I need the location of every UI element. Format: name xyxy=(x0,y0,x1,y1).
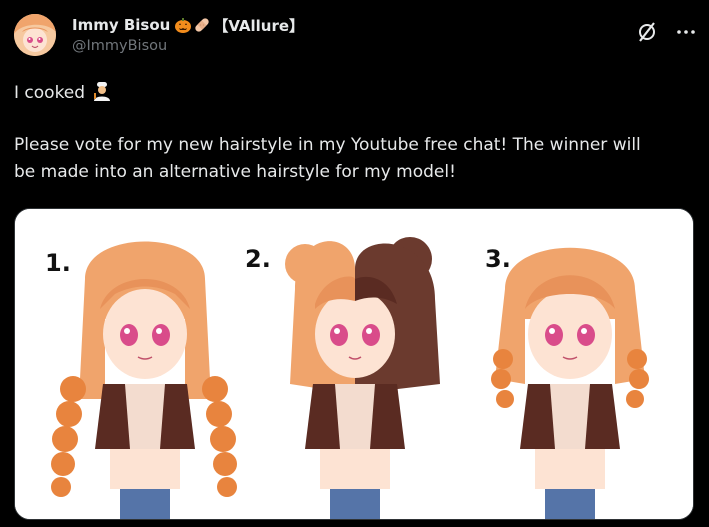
avatar[interactable] xyxy=(14,14,56,56)
grok-icon[interactable] xyxy=(636,21,658,43)
hairstyle-label-3: 3. xyxy=(485,245,511,273)
pumpkin-emoji-icon xyxy=(174,16,192,34)
tweet-text: I cooked Please vote for my new hairstyl… xyxy=(14,80,704,186)
tweet-header: Immy Bisou 【VAllure】 @ImmyBisou xyxy=(14,14,695,58)
chef-emoji-icon xyxy=(92,81,112,101)
tweet-line-1-text: I cooked xyxy=(14,83,86,103)
display-name-tag: 【VAllure】 xyxy=(213,16,305,35)
bandage-emoji-icon xyxy=(193,16,211,34)
author-names: Immy Bisou 【VAllure】 @ImmyBisou xyxy=(72,15,304,54)
tweet-media-image[interactable]: 1. 2. 3. xyxy=(14,208,694,520)
tweet-line-2: Please vote for my new hairstyle in my Y… xyxy=(14,135,641,155)
more-icon[interactable] xyxy=(674,21,698,43)
display-name-row: Immy Bisou 【VAllure】 xyxy=(72,15,304,35)
tweet-line-3: be made into an alternative hairstyle fo… xyxy=(14,162,456,182)
display-name[interactable]: Immy Bisou xyxy=(72,16,170,34)
tweet-line-1: I cooked xyxy=(14,80,704,107)
hairstyle-label-2: 2. xyxy=(245,245,271,273)
author-handle[interactable]: @ImmyBisou xyxy=(72,38,304,54)
hairstyle-label-1: 1. xyxy=(45,249,71,277)
